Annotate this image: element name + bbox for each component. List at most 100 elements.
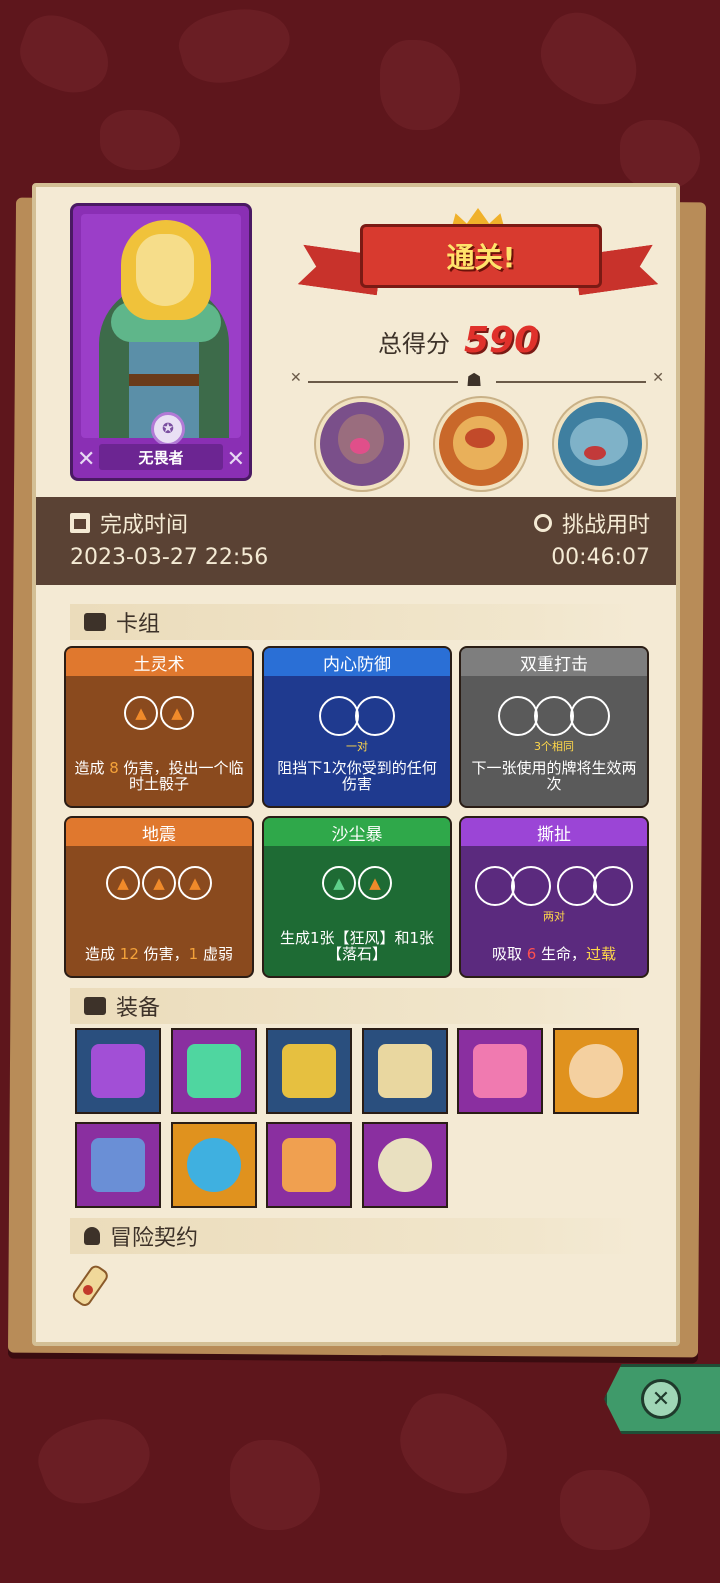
equipment-slot[interactable] bbox=[361, 1028, 448, 1114]
card-desc-part: 下一张使用的牌将生效两次 bbox=[471, 759, 637, 793]
dice-slot-icon: ▲ bbox=[160, 696, 194, 730]
bg-shape bbox=[100, 110, 180, 170]
deck-card[interactable]: 地震 ▲ ▲ ▲ 造成 12 伤害，1 虚弱 bbox=[64, 816, 254, 978]
heart-amulet-icon bbox=[473, 1044, 527, 1098]
card-desc-part: 伤害，投出一个临时土骰子 bbox=[118, 759, 244, 793]
bg-shape bbox=[620, 120, 700, 190]
deck-card[interactable]: 双重打击 3个相同下一张使用的牌将生效两次 bbox=[459, 646, 649, 808]
dice-slot-icon: ▲ bbox=[142, 866, 176, 900]
card-description: 造成 8 伤害，投出一个临时土骰子 bbox=[72, 760, 246, 792]
person-icon bbox=[84, 1227, 100, 1245]
card-requirement bbox=[264, 902, 450, 916]
calendar-icon bbox=[70, 513, 90, 533]
dice-slots: ▲ ▲ ▲ bbox=[66, 866, 252, 900]
boss-divider: ✕ ☗ ✕ bbox=[290, 370, 664, 391]
card-desc-part: 生命， bbox=[536, 945, 587, 963]
contract-section-header: 冒险契约 bbox=[70, 1218, 640, 1254]
dice-slot-icon bbox=[319, 696, 359, 736]
finish-time-label-group: 完成时间 bbox=[70, 507, 188, 539]
challenge-time-label: 挑战用时 bbox=[561, 513, 650, 538]
card-description: 阻挡下1次你受到的任何伤害 bbox=[270, 760, 444, 792]
dice-slot-icon bbox=[534, 696, 574, 736]
card-description: 造成 12 伤害，1 虚弱 bbox=[72, 946, 246, 962]
card-title: 土灵术 bbox=[66, 648, 252, 676]
dice-slot-icon bbox=[355, 696, 395, 736]
bg-shape bbox=[380, 40, 460, 130]
dice-slot-icon bbox=[593, 866, 633, 906]
hand-mirror-icon bbox=[377, 1138, 432, 1192]
equipment-slot[interactable] bbox=[266, 1122, 352, 1208]
challenge-time-label-group: 挑战用时 bbox=[533, 507, 650, 539]
card-title: 内心防御 bbox=[264, 648, 450, 676]
dice-slot-icon bbox=[570, 696, 610, 736]
card-desc-part: 虚弱 bbox=[198, 945, 233, 963]
dice-slots bbox=[461, 866, 647, 906]
deck-card[interactable]: 土灵术 ▲ ▲ 造成 8 伤害，投出一个临时土骰子 bbox=[64, 646, 254, 808]
card-desc-part: 阻挡下1次你受到的任何伤害 bbox=[277, 759, 437, 793]
card-desc-part: 生成1张【狂风】和1张【落石】 bbox=[279, 929, 435, 963]
equipment-section-header: 装备 bbox=[70, 988, 640, 1024]
card-description: 下一张使用的牌将生效两次 bbox=[467, 760, 641, 792]
equipment-slot[interactable] bbox=[266, 1028, 352, 1114]
sword-icon: ✕ bbox=[290, 370, 302, 386]
golden-helmet-icon bbox=[282, 1044, 336, 1098]
card-desc-part: 8 bbox=[109, 759, 119, 777]
equipment-title: 装备 bbox=[116, 996, 161, 1021]
close-button[interactable]: ✕ bbox=[604, 1364, 720, 1434]
dice-slots bbox=[264, 696, 450, 736]
finish-time-label: 完成时间 bbox=[100, 513, 189, 538]
card-desc-part: 过载 bbox=[586, 945, 617, 963]
card-requirement bbox=[66, 732, 252, 746]
dice-slot-icon bbox=[475, 866, 515, 906]
round-shield-icon bbox=[568, 1044, 623, 1098]
dice-slot-icon: ▲ bbox=[124, 696, 158, 730]
bg-shape bbox=[386, 1380, 524, 1510]
tunic-icon bbox=[91, 1138, 145, 1192]
score-label: 总得分 bbox=[378, 330, 450, 358]
card-requirement: 3个相同 bbox=[534, 740, 574, 753]
hero-title: 无畏者 bbox=[99, 444, 223, 470]
card-desc-part: 伤害， bbox=[138, 945, 189, 963]
equipment-slot[interactable] bbox=[170, 1122, 257, 1208]
challenge-time-value: 00:46:07 bbox=[551, 545, 650, 570]
card-title: 撕扯 bbox=[461, 818, 647, 846]
card-desc-part: 6 bbox=[526, 945, 537, 963]
contract-scroll-icon[interactable] bbox=[66, 1262, 114, 1314]
dice-slot-icon: ▲ bbox=[178, 866, 212, 900]
deck-title: 卡组 bbox=[116, 612, 161, 637]
score-row: 总得分 590 bbox=[378, 320, 539, 361]
boss-portrait-stone-golem bbox=[316, 398, 408, 490]
card-desc-part: 造成 bbox=[85, 945, 120, 963]
score-value: 590 bbox=[464, 320, 540, 361]
equipment-slot[interactable] bbox=[361, 1122, 448, 1208]
dice-slots: ▲ ▲ bbox=[66, 696, 252, 730]
time-summary: 完成时间 2023-03-27 22:56 挑战用时 00:46:07 bbox=[36, 497, 676, 585]
bg-shape bbox=[526, 0, 654, 120]
hero-portrait: ✪ ✕ ✕ 无畏者 bbox=[70, 203, 252, 481]
sword-icon: ✕ bbox=[652, 370, 664, 386]
dice-slot-icon bbox=[511, 866, 551, 906]
magic-mirror-icon bbox=[186, 1138, 241, 1192]
victory-banner: 通关! bbox=[300, 208, 656, 310]
hero-art bbox=[81, 214, 241, 438]
card-requirement bbox=[66, 902, 252, 916]
card-desc-part: 1 bbox=[188, 945, 199, 963]
deck-card[interactable]: 内心防御一对阻挡下1次你受到的任何伤害 bbox=[262, 646, 452, 808]
boss-portrait-fish-beast bbox=[554, 398, 646, 490]
equipment-slot[interactable] bbox=[75, 1122, 161, 1208]
dice-slot-icon: ▲ bbox=[322, 866, 356, 900]
contract-title: 冒险契约 bbox=[110, 1226, 199, 1251]
victory-text: 通关! bbox=[446, 241, 516, 274]
dice-slot-icon bbox=[498, 696, 538, 736]
equipment-slot[interactable] bbox=[170, 1028, 257, 1114]
potion-jug-icon bbox=[91, 1044, 145, 1098]
card-title: 双重打击 bbox=[461, 648, 647, 676]
deck-card[interactable]: 沙尘暴 ▲ ▲ 生成1张【狂风】和1张【落石】 bbox=[262, 816, 452, 978]
equipment-slot[interactable] bbox=[75, 1028, 161, 1114]
equipment-slot[interactable] bbox=[552, 1028, 639, 1114]
dice-slot-icon bbox=[557, 866, 597, 906]
deck-card[interactable]: 撕扯 两对 吸取 6 生命，过载 bbox=[459, 816, 649, 978]
card-requirement: 一对 bbox=[346, 740, 368, 753]
box-icon bbox=[84, 997, 106, 1015]
equipment-slot[interactable] bbox=[457, 1028, 543, 1114]
